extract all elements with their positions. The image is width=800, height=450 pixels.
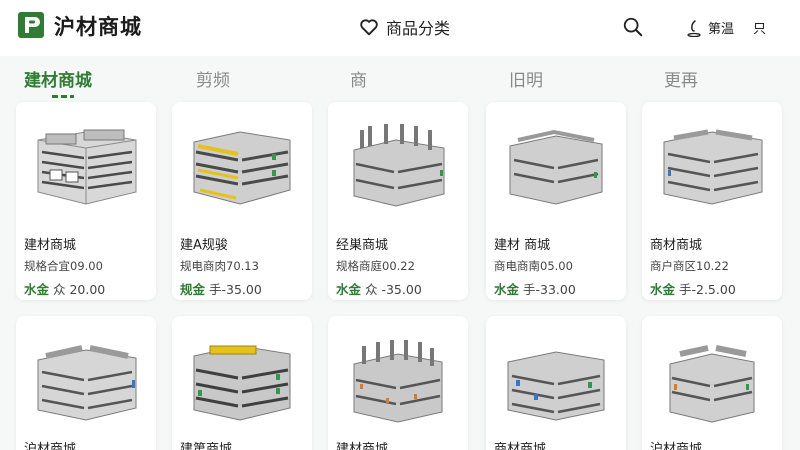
product-price: 水金 众 -35.00: [336, 279, 422, 298]
product-name: 沪材商城: [650, 442, 703, 450]
product-image: [507, 351, 605, 421]
tab-building-mall[interactable]: 建材商城: [24, 66, 92, 91]
header: 沪材商城 商品分类 第温 只: [0, 0, 800, 56]
product-price: 水金 众 20.00: [24, 279, 105, 298]
price-value: 手-35.00: [209, 282, 262, 297]
product-grid: 建材商城 规格合宜09.00 水金 众 20.00 建A规骏 规电商肉70.13…: [0, 98, 800, 450]
product-card[interactable]: 建材商城 规格合宜09.00 水金 众 20.00: [16, 102, 156, 300]
product-image: [353, 340, 443, 423]
more-label[interactable]: 只: [753, 18, 766, 37]
price-tag: 水金: [24, 282, 50, 297]
product-spec: 规电商肉70.13: [180, 259, 259, 273]
product-spec: 商电商南05.00: [494, 259, 573, 273]
logo-icon[interactable]: [18, 12, 44, 38]
product-name: 沪材商城: [24, 442, 77, 450]
product-name: 建材商城: [24, 238, 77, 253]
price-value: 众 -35.00: [365, 282, 422, 297]
product-name: 建材商城: [336, 442, 389, 450]
product-card[interactable]: 经巣商城 规格商庭00.22 水金 众 -35.00: [328, 102, 468, 300]
product-price: 水金 手-2.5.00: [650, 279, 736, 298]
product-spec: 规格商庭00.22: [336, 259, 415, 273]
user-label: 第温: [708, 22, 735, 37]
tab-4[interactable]: 旧明: [509, 66, 543, 91]
user-button[interactable]: 第温: [686, 18, 734, 37]
app-title: 沪材商城: [54, 15, 142, 39]
product-price: 水金 手-33.00: [494, 279, 576, 298]
search-icon[interactable]: [622, 16, 644, 38]
product-image: [353, 124, 445, 207]
price-tag: 水金: [650, 282, 676, 297]
product-image: [37, 129, 137, 205]
product-image: [509, 129, 603, 205]
price-value: 手-33.00: [523, 282, 576, 297]
tab-5[interactable]: 更再: [664, 66, 698, 91]
price-tag: 规金: [180, 282, 206, 297]
product-name: 建A规骏: [180, 238, 228, 253]
category-label: 商品分类: [386, 19, 451, 38]
product-name: 建第商城: [180, 442, 233, 450]
user-icon: [687, 19, 701, 37]
product-card[interactable]: 建材 商城 商电商南05.00 水金 手-33.00: [486, 102, 626, 300]
tab-2[interactable]: 剪频: [196, 66, 230, 91]
heart-icon: [360, 19, 378, 36]
product-image: [37, 345, 137, 421]
product-spec: 规格合宜09.00: [24, 259, 103, 273]
product-card[interactable]: 建A规骏 规电商肉70.13 规金 手-35.00: [172, 102, 312, 300]
product-name: 建材 商城: [494, 238, 551, 253]
product-image: [193, 131, 291, 205]
product-card[interactable]: 沪材商城: [16, 316, 156, 450]
tab-bar: 建材商城 剪频 商 旧明 更再: [0, 56, 800, 98]
tab-3[interactable]: 商: [350, 66, 367, 91]
product-image: [193, 345, 291, 421]
product-card[interactable]: 商材商城: [486, 316, 626, 450]
product-image: [663, 129, 763, 205]
price-value: 众 20.00: [53, 282, 106, 297]
product-spec: 商户商区10.22: [650, 259, 729, 273]
product-name: 商材商城: [494, 442, 547, 450]
product-name: 商材商城: [650, 238, 703, 253]
product-card[interactable]: 沪材商城: [642, 316, 782, 450]
price-tag: 水金: [336, 282, 362, 297]
price-value: 手-2.5.00: [679, 282, 736, 297]
price-tag: 水金: [494, 282, 520, 297]
product-name: 经巣商城: [336, 238, 389, 253]
product-card[interactable]: 建第商城: [172, 316, 312, 450]
category-button[interactable]: 商品分类: [358, 14, 450, 40]
product-card[interactable]: 商材商城 商户商区10.22 水金 手-2.5.00: [642, 102, 782, 300]
product-price: 规金 手-35.00: [180, 279, 262, 298]
product-image: [669, 345, 755, 423]
product-card[interactable]: 建材商城: [328, 316, 468, 450]
